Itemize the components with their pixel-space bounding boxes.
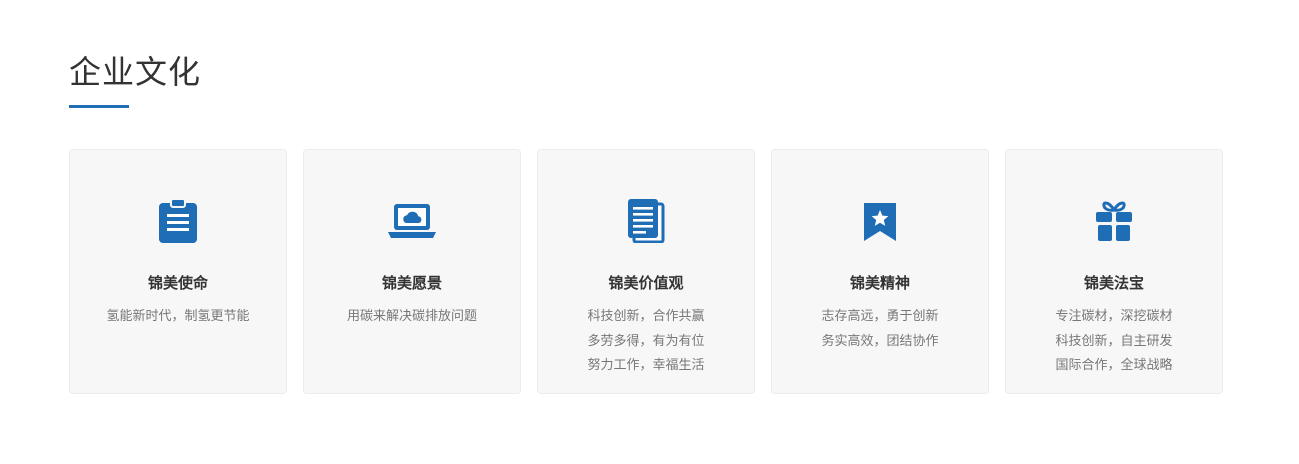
documents-icon — [622, 199, 670, 243]
title-underline — [69, 105, 129, 108]
culture-card-spirit: 锦美精神 志存高远，勇于创新 务实高效，团结协作 — [771, 149, 989, 394]
card-description: 专注碳材，深挖碳材 科技创新，自主研发 国际合作，全球战略 — [1006, 305, 1222, 379]
card-text-line: 用碳来解决碳排放问题 — [346, 309, 477, 324]
card-description: 科技创新，合作共赢 多劳多得，有为有位 努力工作，幸福生活 — [538, 305, 754, 379]
card-description: 用碳来解决碳排放问题 — [304, 305, 520, 330]
star-bookmark-icon — [856, 199, 904, 243]
culture-card-treasure: 锦美法宝 专注碳材，深挖碳材 科技创新，自主研发 国际合作，全球战略 — [1005, 149, 1223, 394]
card-description: 氢能新时代，制氢更节能 — [70, 305, 286, 330]
card-text-line: 科技创新，合作共赢 — [587, 309, 705, 324]
card-title: 锦美使命 — [147, 274, 208, 292]
card-text-line: 务实高效，团结协作 — [821, 333, 939, 349]
card-text-line: 氢能新时代，制氢更节能 — [106, 309, 250, 324]
card-title: 锦美价值观 — [608, 274, 684, 292]
clipboard-icon — [154, 199, 202, 243]
card-text-line: 志存高远，勇于创新 — [821, 309, 939, 324]
card-text-line: 专注碳材，深挖碳材 — [1055, 309, 1173, 324]
card-text-line: 国际合作，全球战略 — [1055, 358, 1173, 373]
culture-card-mission: 锦美使命 氢能新时代，制氢更节能 — [69, 149, 287, 394]
gift-icon — [1090, 199, 1138, 243]
card-text-line: 多劳多得，有为有位 — [587, 333, 705, 349]
card-description: 志存高远，勇于创新 务实高效，团结协作 — [772, 305, 988, 354]
culture-card-list: 锦美使命 氢能新时代，制氢更节能 锦美愿景 用碳来解决碳排放问题 锦美价值观 科… — [69, 149, 1223, 394]
culture-card-vision: 锦美愿景 用碳来解决碳排放问题 — [303, 149, 521, 394]
card-text-line: 科技创新，自主研发 — [1055, 333, 1173, 349]
laptop-cloud-icon — [388, 199, 436, 243]
card-title: 锦美精神 — [849, 274, 910, 292]
card-title: 锦美愿景 — [381, 274, 442, 292]
culture-card-values: 锦美价值观 科技创新，合作共赢 多劳多得，有为有位 努力工作，幸福生活 — [537, 149, 755, 394]
section-title: 企业文化 — [69, 53, 202, 91]
card-text-line: 努力工作，幸福生活 — [587, 358, 705, 373]
card-title: 锦美法宝 — [1083, 274, 1144, 292]
